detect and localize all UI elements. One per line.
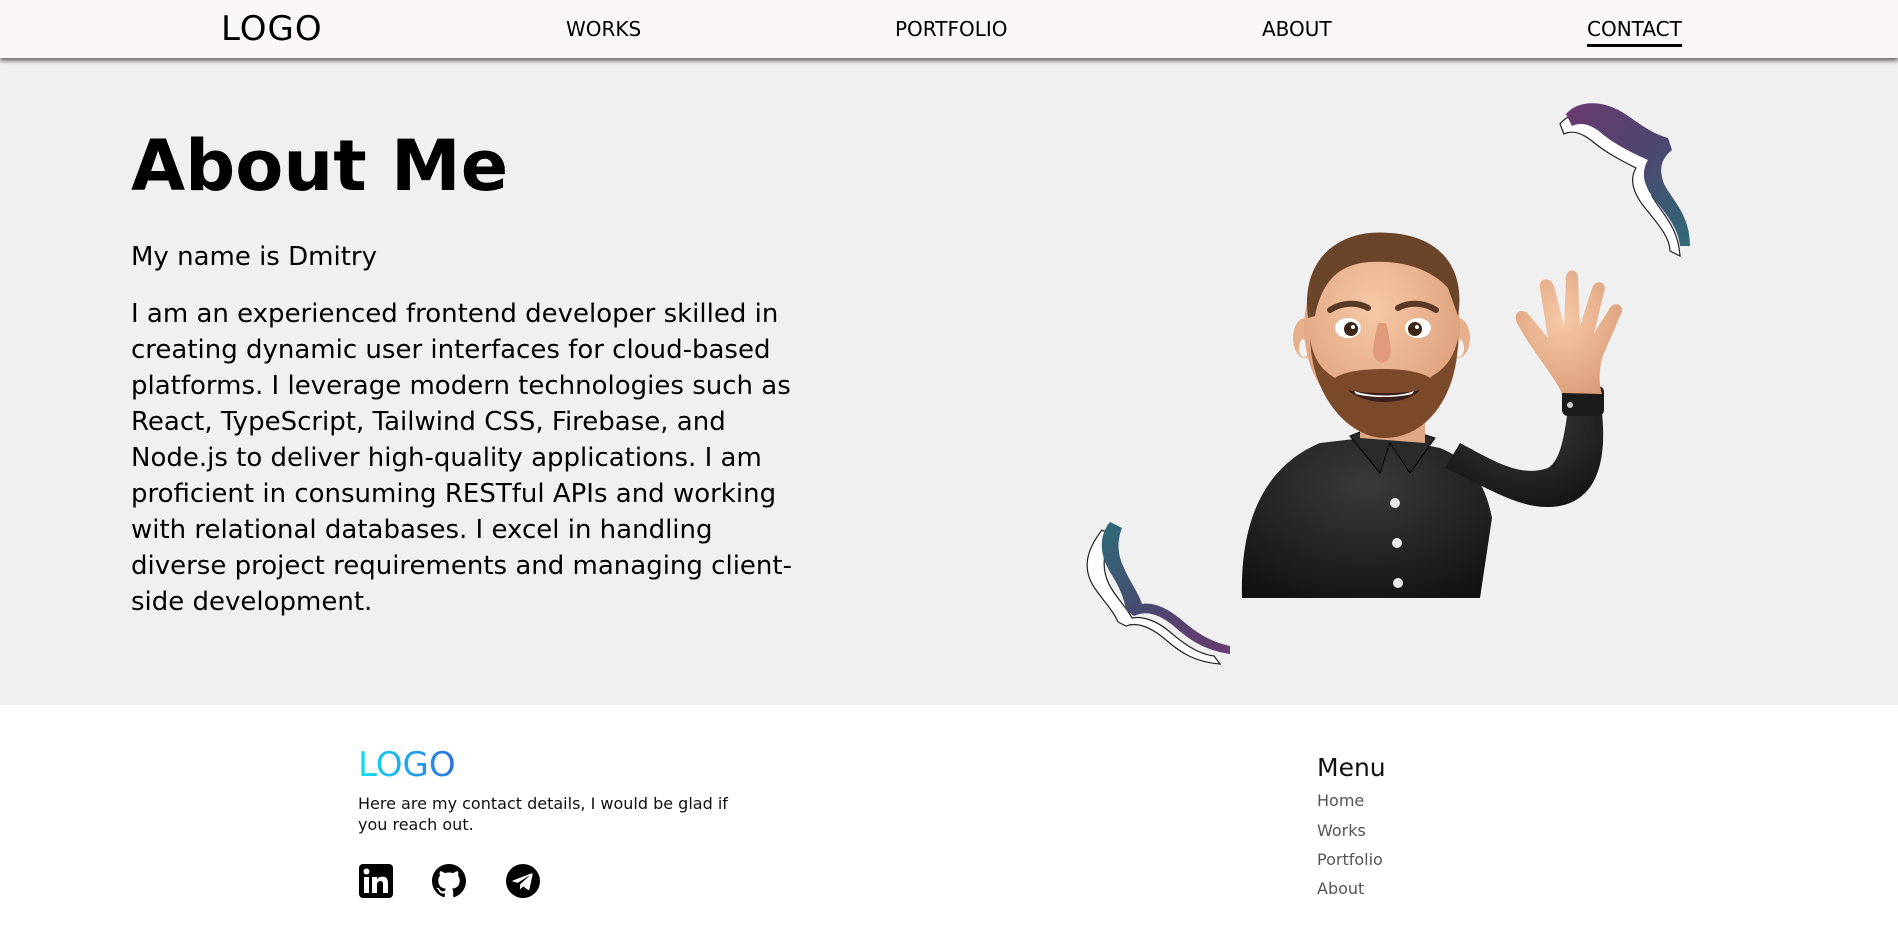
site-footer: LOGO Here are my contact details, I woul… [0,705,1898,938]
nav-about[interactable]: ABOUT [1262,16,1332,42]
ribbon-bottom-decoration [1086,522,1230,665]
footer-menu-home[interactable]: Home [1317,791,1364,811]
waving-avatar-illustration [1241,232,1622,598]
footer-menu-portfolio[interactable]: Portfolio [1317,850,1383,870]
footer-logo[interactable]: LOGO [358,745,456,785]
page-title: About Me [131,125,509,207]
footer-menu-about[interactable]: About [1317,879,1364,899]
footer-menu-works[interactable]: Works [1317,821,1366,841]
site-header: LOGO WORKS PORTFOLIO ABOUT CONTACT [0,0,1898,58]
nav-portfolio[interactable]: PORTFOLIO [895,16,1008,42]
header-logo[interactable]: LOGO [221,9,323,49]
about-section: About Me My name is Dmitry I am an exper… [0,58,1898,705]
footer-contact-text: Here are my contact details, I would be … [358,794,728,834]
intro-name: My name is Dmitry [131,242,377,272]
footer-menu-title: Menu [1317,753,1386,782]
github-icon[interactable] [431,863,467,899]
bio-text: I am an experienced frontend developer s… [131,299,792,617]
nav-contact[interactable]: CONTACT [1587,16,1682,47]
nav-works[interactable]: WORKS [566,16,641,42]
telegram-icon[interactable] [505,863,541,899]
linkedin-icon[interactable] [358,863,394,899]
